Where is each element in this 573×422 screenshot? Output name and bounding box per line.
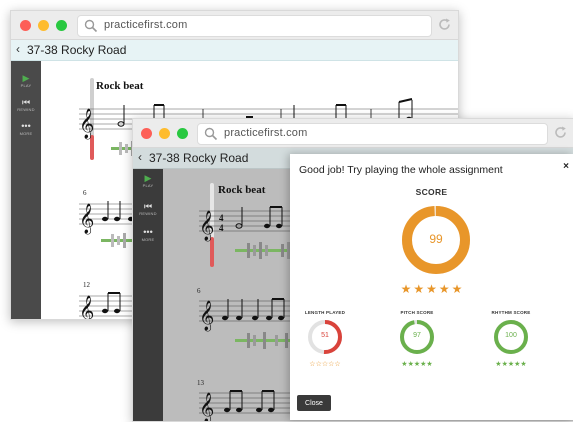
- measure-number: 6: [83, 189, 87, 197]
- star-icon: ★: [426, 282, 437, 296]
- waveform-staff-1: [235, 242, 293, 259]
- sidebar-item-play[interactable]: ▶ PLAY: [11, 73, 41, 88]
- sidebar-item-more[interactable]: ••• MORE: [11, 121, 41, 136]
- length-played-gauge: 51: [307, 319, 343, 355]
- sidebar-item-label: PLAY: [20, 83, 32, 88]
- sidebar-item-label: REWIND: [17, 107, 35, 112]
- overall-score-value: 99: [429, 232, 443, 246]
- measure-number: 13: [197, 379, 205, 387]
- sidebar-item-play[interactable]: ▶ PLAY: [133, 173, 163, 188]
- treble-clef-icon: 𝄞: [79, 295, 94, 319]
- window-close-dot[interactable]: [20, 20, 31, 31]
- sidebar-item-more[interactable]: ••• MORE: [133, 227, 163, 242]
- length-played-value: 51: [321, 332, 329, 339]
- window-zoom-dot[interactable]: [177, 128, 188, 139]
- pitch-score-label: PITCH SCORE: [400, 310, 434, 315]
- notes-staff-1: [235, 206, 283, 229]
- notes-staff-3: [224, 390, 275, 413]
- address-bar[interactable]: practicefirst.com: [197, 123, 548, 145]
- star-icon: ★: [400, 282, 412, 296]
- back-chevron-icon[interactable]: ‹: [138, 150, 142, 164]
- window-close-dot[interactable]: [141, 128, 152, 139]
- notes-staff-3: [102, 292, 121, 314]
- skip-back-icon: ⏮: [21, 97, 31, 107]
- url-text: practicefirst.com: [104, 19, 188, 31]
- time-signature: 4: [219, 223, 224, 233]
- treble-clef-icon: 𝄞: [79, 108, 94, 140]
- star-icon: ★: [451, 282, 463, 296]
- address-bar[interactable]: practicefirst.com: [77, 15, 432, 37]
- star-icon: ★: [438, 282, 450, 296]
- score-heading: Rock beat: [218, 184, 266, 196]
- close-button[interactable]: Close: [297, 395, 331, 411]
- sidebar-item-label: MORE: [141, 237, 155, 242]
- more-icon: •••: [143, 227, 153, 237]
- back-chevron-icon[interactable]: ‹: [16, 42, 20, 56]
- search-icon: [204, 127, 218, 141]
- reload-icon[interactable]: [553, 125, 568, 140]
- time-signature: 4: [219, 213, 224, 223]
- measure-number: 6: [197, 287, 201, 295]
- pitch-score-stars: ★★★★★: [389, 360, 445, 368]
- page-header: ‹ 37-38 Rocky Road: [11, 40, 458, 61]
- measure-number: 12: [83, 281, 91, 289]
- skip-back-icon: ⏮: [143, 201, 153, 211]
- star-icon: ★: [520, 361, 527, 368]
- sidebar-item-label: REWIND: [139, 211, 157, 216]
- overall-score-gauge: 99: [401, 205, 471, 275]
- window-minimize-dot[interactable]: [38, 20, 49, 31]
- length-played-stars: ☆☆☆☆☆: [297, 360, 353, 368]
- window-zoom-dot[interactable]: [56, 20, 67, 31]
- close-icon[interactable]: ×: [563, 161, 569, 172]
- reload-icon[interactable]: [437, 17, 452, 32]
- sidebar: ▶ PLAY ⏮ REWIND ••• MORE: [11, 61, 41, 319]
- treble-clef-icon: 𝄞: [199, 210, 214, 242]
- page-title: 37-38 Rocky Road: [27, 43, 127, 57]
- browser-chrome: practicefirst.com: [133, 119, 573, 148]
- score-heading: Rock beat: [96, 80, 144, 92]
- sidebar: ▶ PLAY ⏮ REWIND ••• MORE: [133, 169, 163, 421]
- waveform-staff-2: [235, 332, 293, 349]
- url-text: practicefirst.com: [224, 127, 308, 139]
- treble-clef-icon: 𝄞: [79, 203, 94, 235]
- results-modal: Good job! Try playing the whole assignme…: [290, 154, 573, 420]
- notes-staff-2: [222, 298, 285, 321]
- rhythm-score-value: 100: [505, 332, 517, 339]
- star-icon: ★: [426, 361, 433, 368]
- search-icon: [84, 19, 98, 33]
- score-label: SCORE: [415, 187, 448, 197]
- sidebar-item-label: PLAY: [142, 183, 154, 188]
- treble-clef-icon: 𝄞: [199, 392, 214, 421]
- sidebar-item-rewind[interactable]: ⏮ REWIND: [11, 97, 41, 112]
- pitch-score-value: 97: [413, 332, 421, 339]
- play-icon: ▶: [22, 73, 30, 83]
- more-icon: •••: [21, 121, 31, 131]
- play-icon: ▶: [144, 173, 152, 183]
- pitch-score-gauge: 97: [399, 319, 435, 355]
- playhead-progress: [210, 237, 214, 267]
- page-title: 37-38 Rocky Road: [149, 151, 249, 165]
- window-minimize-dot[interactable]: [159, 128, 170, 139]
- star-icon: ★: [413, 282, 425, 296]
- treble-clef-icon: 𝄞: [199, 300, 214, 332]
- rhythm-score-label: RHYTHM SCORE: [491, 310, 531, 315]
- rhythm-score-gauge: 100: [493, 319, 529, 355]
- browser-chrome: practicefirst.com: [11, 11, 458, 40]
- star-icon: ☆: [334, 361, 341, 368]
- rhythm-score-stars: ★★★★★: [483, 360, 539, 368]
- length-played-label: LENGTH PLAYED: [304, 310, 346, 315]
- modal-message: Good job! Try playing the whole assignme…: [299, 164, 503, 176]
- sidebar-item-label: MORE: [19, 131, 33, 136]
- sidebar-item-rewind[interactable]: ⏮ REWIND: [133, 201, 163, 216]
- overall-score-stars: ★ ★ ★ ★ ★: [290, 282, 573, 296]
